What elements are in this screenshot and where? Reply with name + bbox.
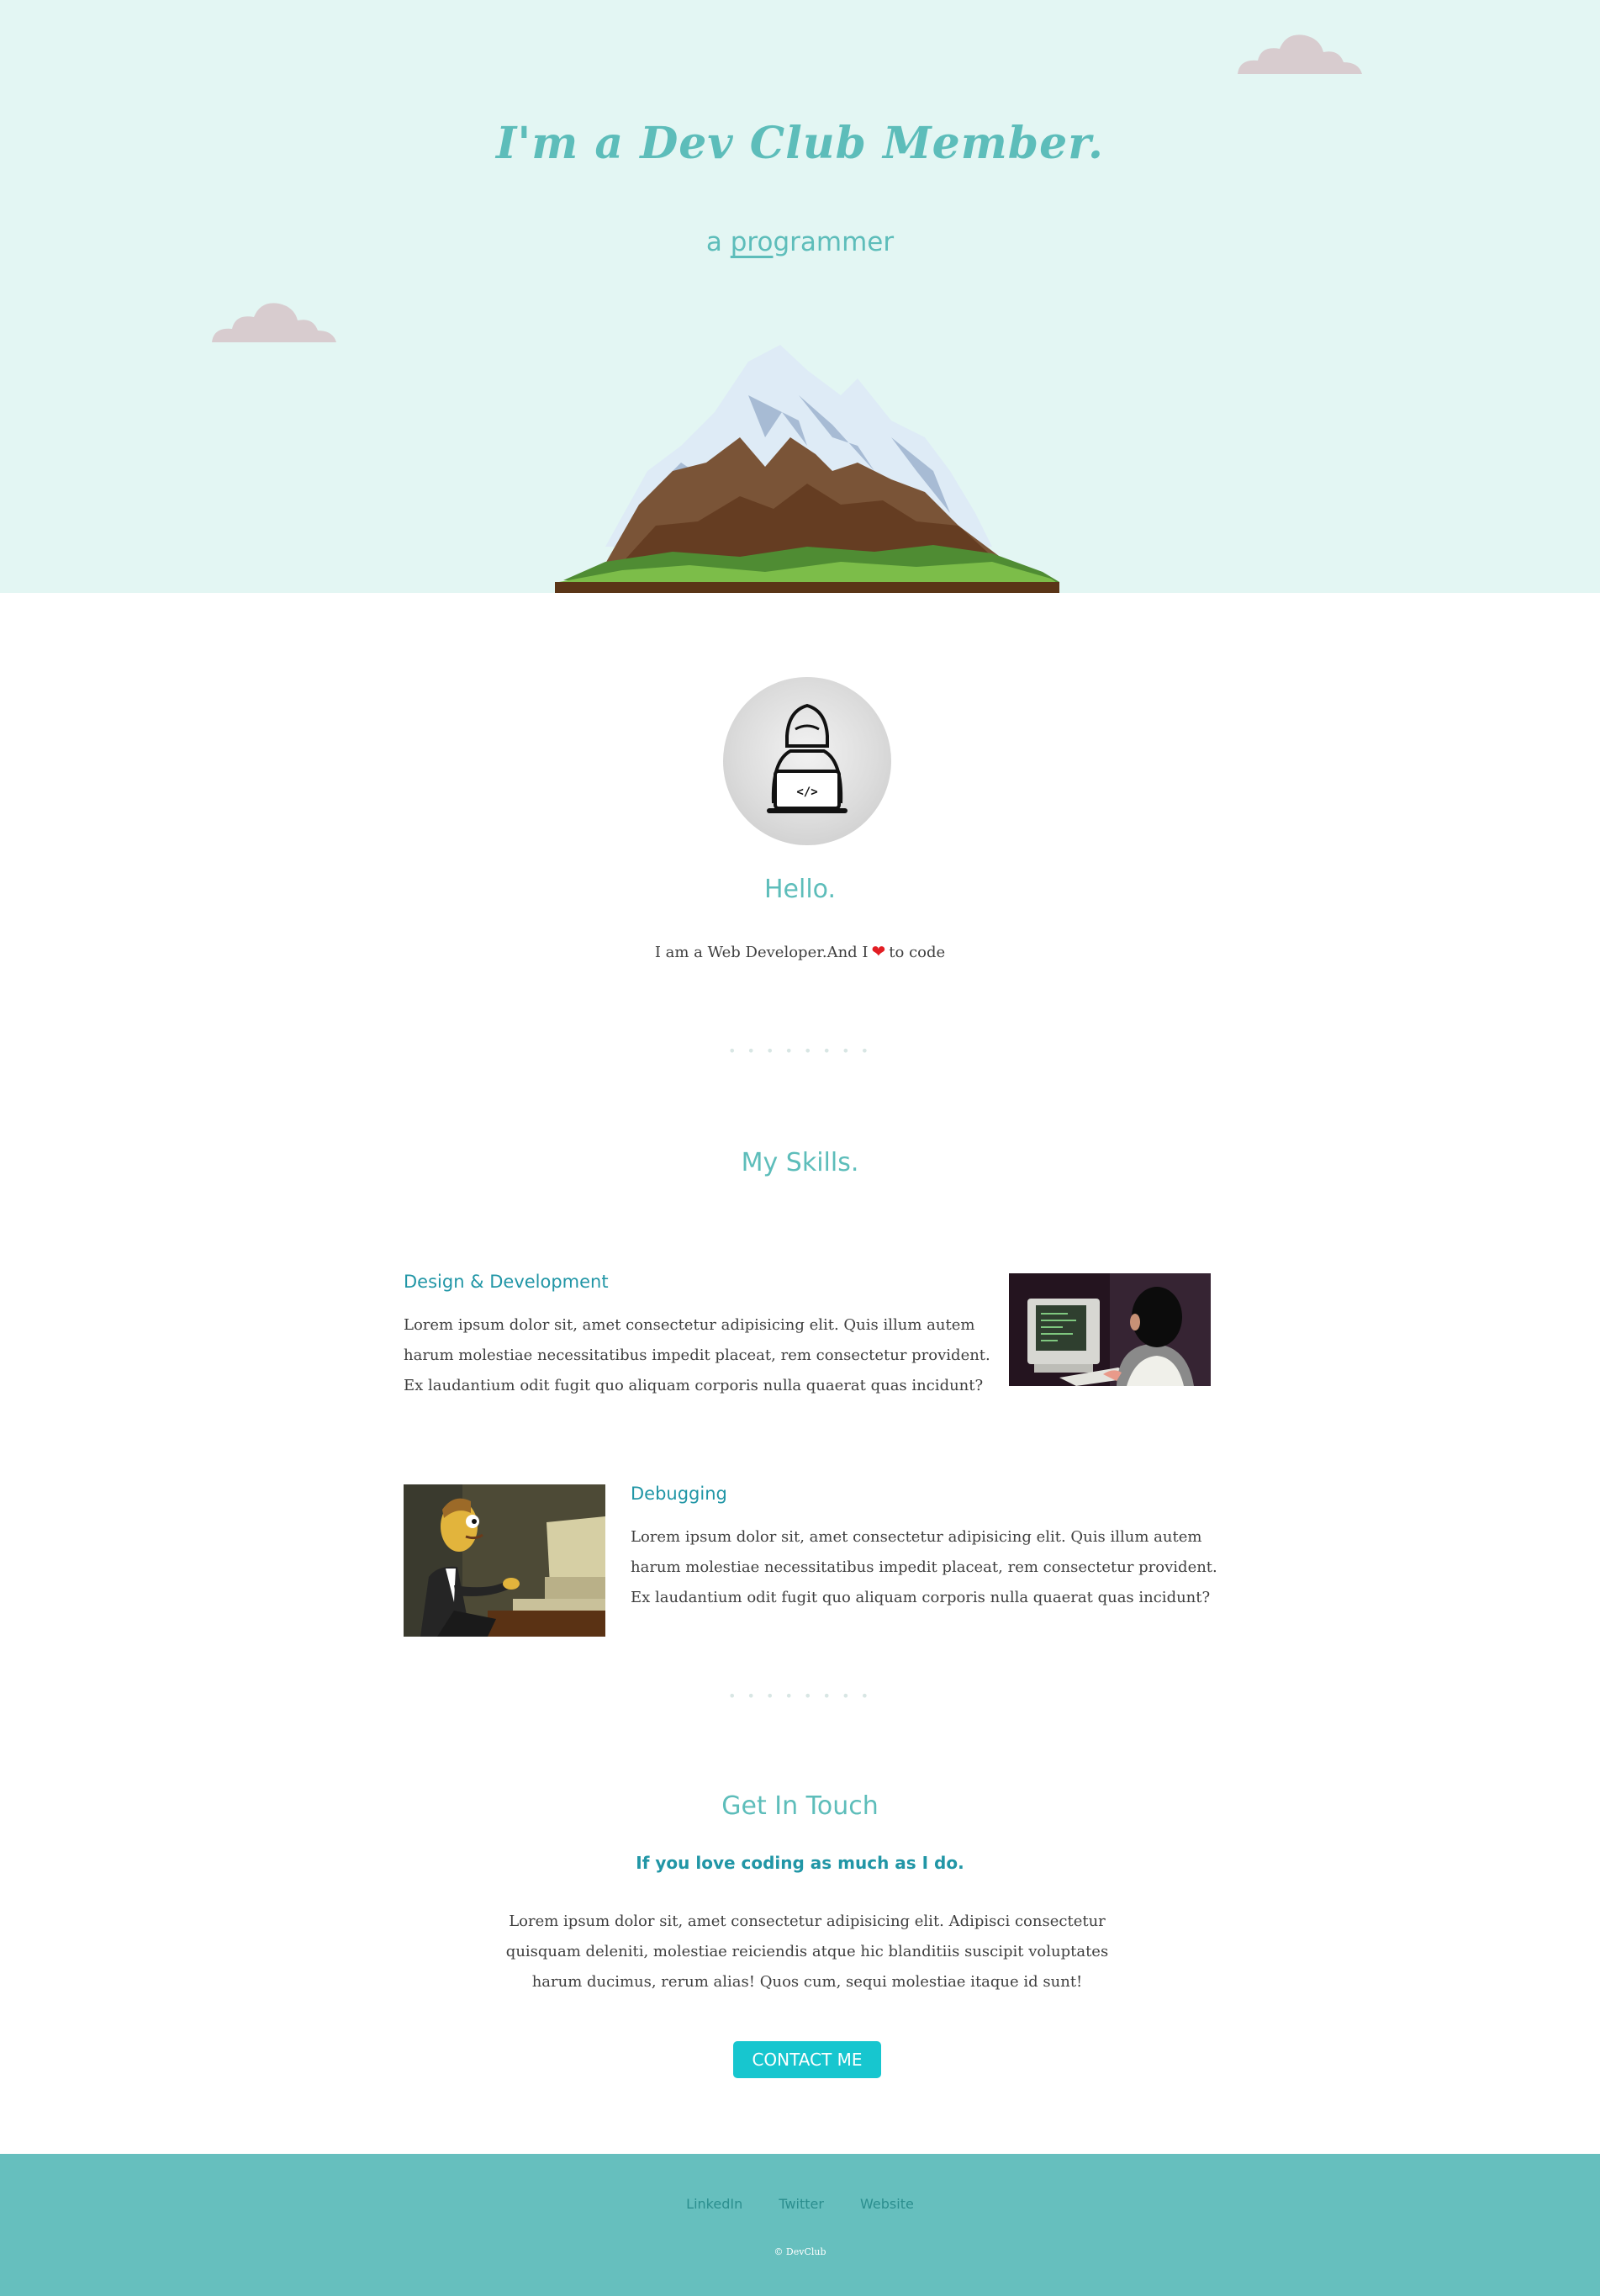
skills-title: My Skills. [741, 1148, 859, 1177]
programmer-at-retro-computer-image [404, 1484, 605, 1637]
skill-heading-design: Design & Development [404, 1272, 609, 1292]
hero-subtitle: a programmer [0, 227, 1600, 257]
section-divider: • • • • • • • • [727, 1043, 873, 1059]
intro-before: I am a Web Developer.And I [654, 944, 869, 961]
developer-at-computer-image [1009, 1273, 1211, 1386]
footer-links: LinkedIn Twitter Website [0, 2196, 1600, 2212]
footer: LinkedIn Twitter Website © DevClub [0, 2154, 1600, 2296]
intro-text: I am a Web Developer.And I ❤ to code [0, 941, 1600, 961]
footer-link-linkedin[interactable]: LinkedIn [686, 2196, 742, 2212]
contact-text: Lorem ipsum dolor sit, amet consectetur … [505, 1912, 1109, 1991]
skill-text-debugging: Lorem ipsum dolor sit, amet consectetur … [631, 1528, 1217, 1606]
subtitle-typed: pro [730, 227, 774, 257]
svg-text:</>: </> [796, 786, 817, 799]
contact-subtitle: If you love coding as much as I do. [636, 1853, 964, 1873]
about-heading: Hello. [763, 875, 837, 904]
hero-title: I'm a Dev Club Member. [496, 118, 1104, 169]
heart-icon: ❤ [871, 941, 886, 961]
contact-title: Get In Touch [721, 1791, 879, 1821]
hacker-laptop-icon: </> [767, 703, 848, 813]
skill-text-design: Lorem ipsum dolor sit, amet consectetur … [404, 1316, 990, 1394]
cloud-image [1238, 34, 1362, 74]
section-divider: • • • • • • • • [727, 1688, 873, 1704]
footer-link-website[interactable]: Website [860, 2196, 914, 2212]
copyright: © DevClub [774, 2246, 826, 2257]
avatar: </> [723, 677, 891, 845]
footer-link-twitter[interactable]: Twitter [779, 2196, 824, 2212]
hero-section: I'm a Dev Club Member. a programmer [0, 0, 1600, 593]
contact-me-button[interactable]: CONTACT ME [733, 2041, 881, 2078]
cloud-image [212, 303, 336, 342]
subtitle-rest: grammer [773, 227, 895, 257]
skill-heading-debugging: Debugging [631, 1484, 727, 1504]
mountain-illustration [555, 345, 1059, 593]
subtitle-prefix: a [705, 227, 731, 257]
intro-after: to code [889, 944, 946, 961]
